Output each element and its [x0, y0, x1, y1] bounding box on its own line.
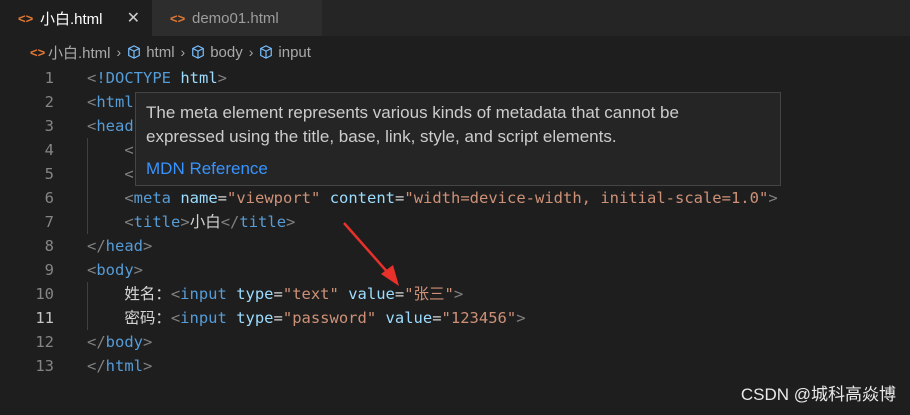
- annotation-arrow: [343, 222, 399, 286]
- watermark: CSDN @城科高焱博: [740, 385, 896, 404]
